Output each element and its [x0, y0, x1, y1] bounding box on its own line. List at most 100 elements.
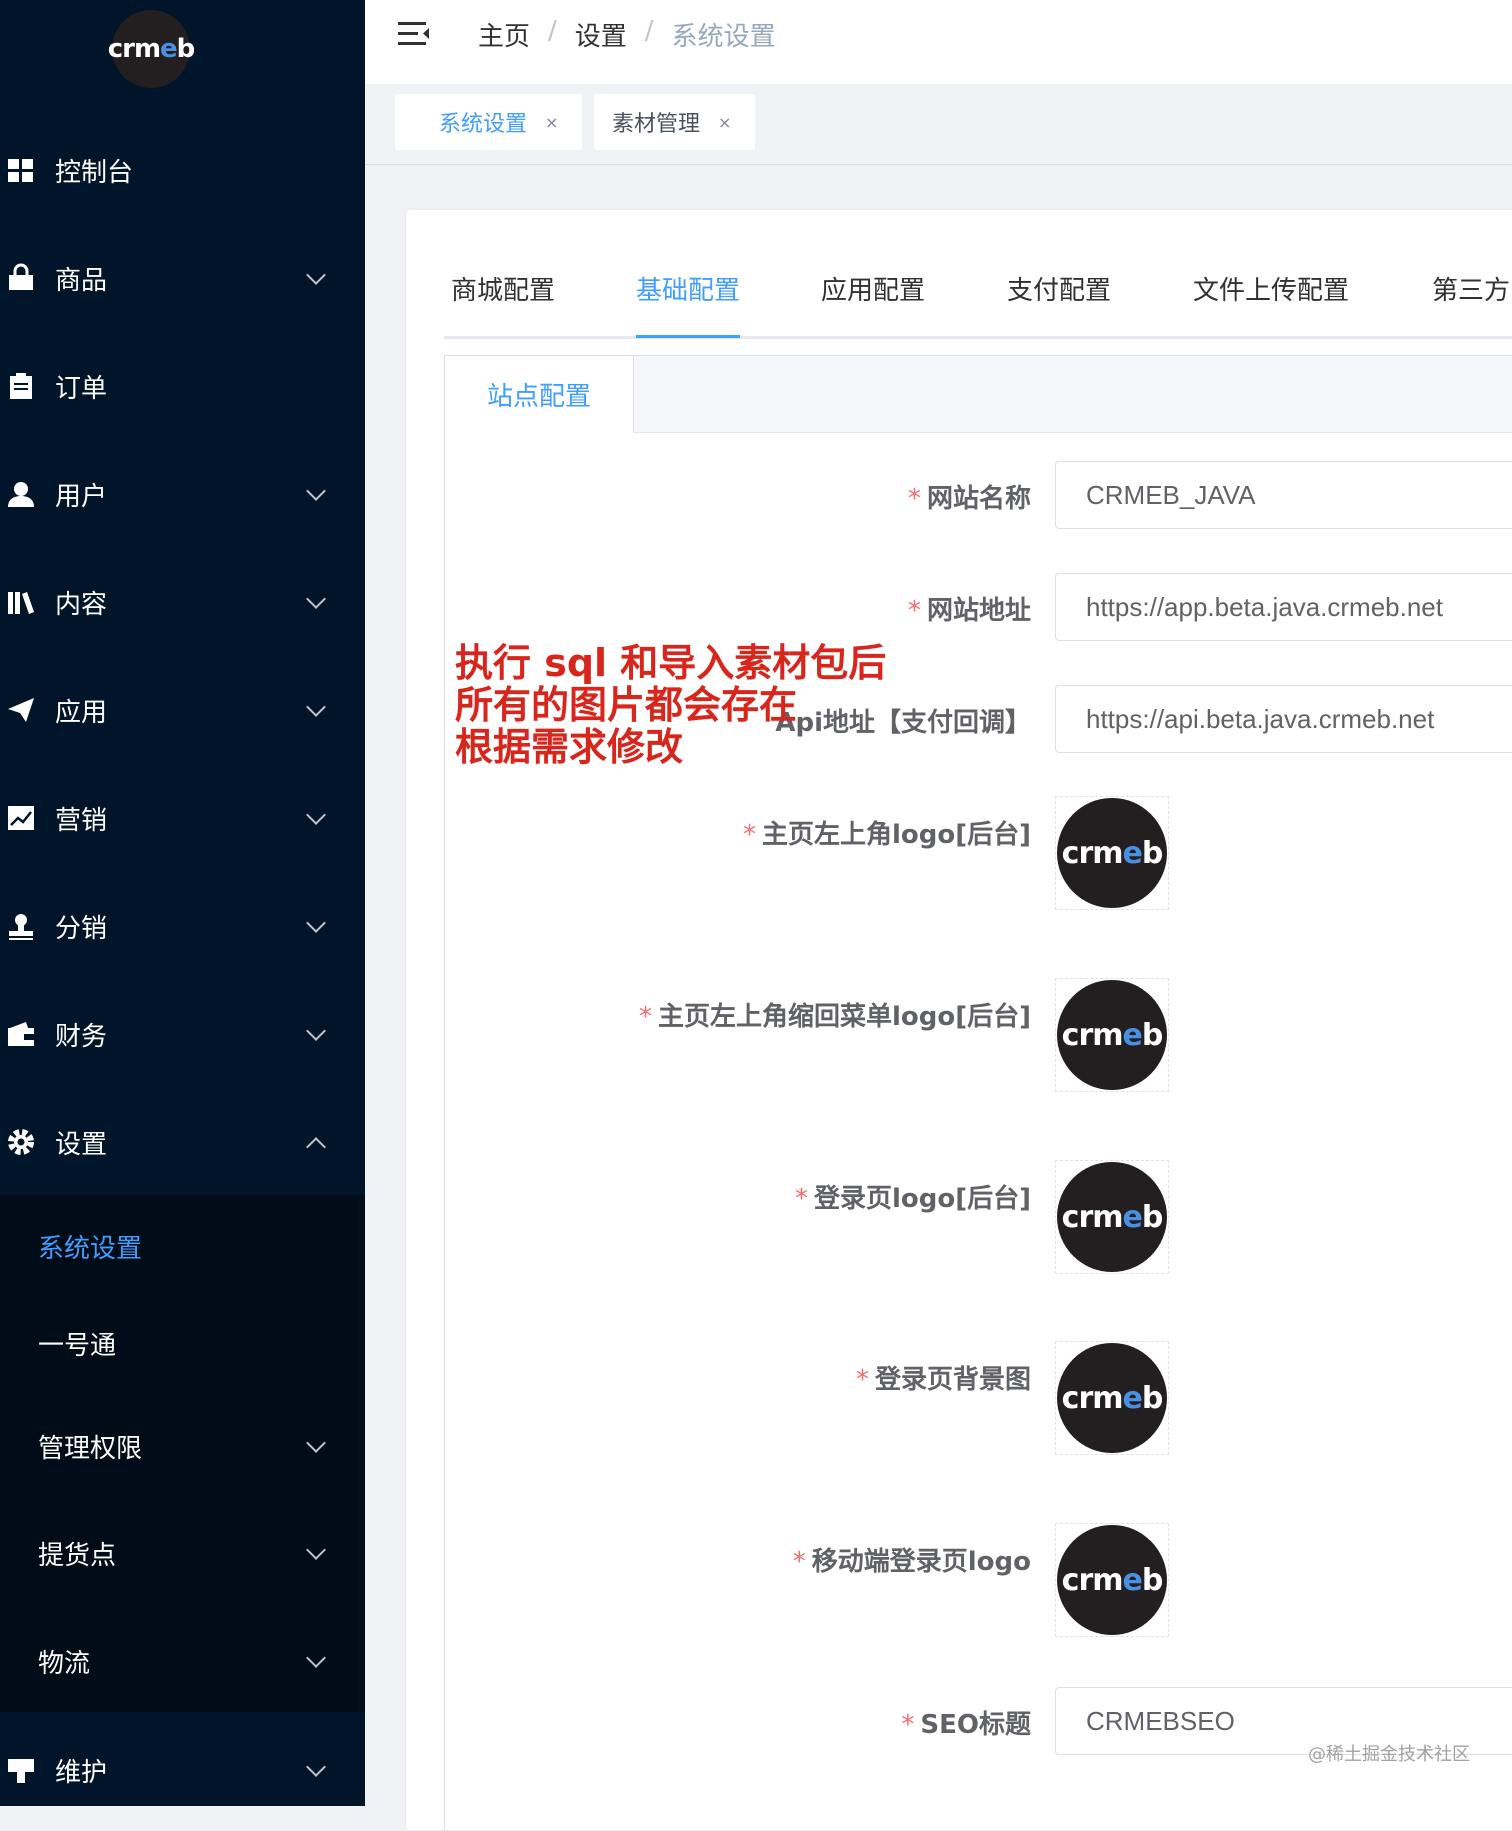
gear-icon [8, 1129, 34, 1155]
wallet-icon [8, 1022, 34, 1046]
sidebar-item-label: 系统设置 [38, 1233, 143, 1264]
mobile-login-logo-label: * 移动端登录页logo [793, 1541, 1031, 1578]
chevron-down-icon [306, 913, 326, 933]
chevron-down-icon [306, 481, 326, 501]
sidebar-item-marketing[interactable]: 营销 [0, 768, 365, 868]
logo-top-left-upload[interactable]: cr m e b [1055, 796, 1169, 910]
required-mark: * [901, 1710, 915, 1740]
paper-plane-icon [8, 698, 34, 722]
chevron-down-icon [306, 1757, 326, 1777]
site-config-panel: 站点配置 * 网站名称 * 网站地址 Api地址【支付回调】 * 主页左上角logo[… [444, 355, 1512, 1831]
dashboard-icon [8, 159, 33, 182]
sidebar-item-label: 商品 [55, 265, 108, 296]
watermark: @稀土掘金技术社区 [1308, 1744, 1470, 1765]
tab-upload-config[interactable]: 文件上传配置 [1193, 270, 1349, 330]
chevron-down-icon [306, 697, 326, 717]
sidebar-item-label: 维护 [55, 1757, 108, 1788]
tag-label: 素材管理 [612, 112, 701, 137]
breadcrumb-separator: / [548, 16, 557, 46]
breadcrumb-settings[interactable]: 设置 [575, 16, 627, 53]
required-mark: * [794, 1184, 808, 1214]
sidebar-item-permissions[interactable]: 管理权限 [0, 1396, 365, 1496]
sidebar-item-label: 应用 [55, 697, 108, 728]
sidebar-item-label: 控制台 [55, 157, 134, 188]
sidebar-item-system-settings[interactable]: 系统设置 [0, 1196, 365, 1296]
logo-collapsed-upload[interactable]: cr m e b [1055, 978, 1169, 1092]
required-mark: * [907, 596, 921, 626]
sidebar-item-label: 物流 [38, 1648, 91, 1679]
site-name-input[interactable]: CRMEB_JAVA [1055, 461, 1512, 529]
shopping-bag-icon [9, 263, 33, 290]
sidebar-item-label: 管理权限 [38, 1433, 143, 1464]
form-labels: * 网站名称 * 网站地址 Api地址【支付回调】 * 主页左上角logo[后台] *… [445, 356, 1031, 1831]
label-text: 移动端登录页logo [811, 1547, 1031, 1577]
login-bg-label: * 登录页背景图 [856, 1359, 1031, 1396]
sidebar-item-label: 一号通 [38, 1330, 117, 1361]
books-icon [8, 592, 34, 614]
tag-label: 系统设置 [439, 112, 528, 137]
breadcrumb-separator: / [644, 16, 654, 46]
api-url-input[interactable]: https://api.beta.java.crmeb.net [1055, 685, 1512, 753]
user-icon [8, 482, 34, 507]
mobile-login-logo-upload[interactable]: cr m e b [1055, 1523, 1169, 1637]
label-text: 主页左上角缩回菜单logo[后台] [657, 1002, 1031, 1032]
clipboard-icon [10, 373, 32, 399]
label-text: SEO标题 [920, 1710, 1031, 1740]
label-text: 主页左上角logo[后台] [761, 820, 1031, 850]
site-url-label: * 网站地址 [908, 590, 1031, 627]
annotation-line: 所有的图片都会存在 [455, 683, 798, 727]
sidebar-item-apps[interactable]: 应用 [0, 660, 365, 760]
logo-collapsed-label: * 主页左上角缩回菜单logo[后台] [639, 996, 1031, 1033]
sidebar-item-products[interactable]: 商品 [0, 228, 365, 328]
config-card: 商城配置 基础配置 应用配置 支付配置 文件上传配置 第三方 站点配置 * 网站名… [406, 210, 1512, 1831]
sidebar-item-label: 营销 [55, 805, 108, 836]
sidebar-item-label: 内容 [55, 589, 108, 620]
tags-view: 系统设置 × 素材管理 × [365, 84, 1512, 165]
chevron-down-icon [306, 1021, 326, 1041]
sidebar-item-logistics[interactable]: 物流 [0, 1611, 365, 1711]
tab-app-config[interactable]: 应用配置 [821, 270, 925, 330]
logo[interactable]: cr m e b [108, 10, 195, 88]
tab-mall-config[interactable]: 商城配置 [451, 270, 555, 330]
sidebar-item-maintenance[interactable]: 维护 [0, 1720, 365, 1806]
sidebar-item-one-pass[interactable]: 一号通 [0, 1293, 365, 1393]
seo-title-label: * SEO标题 [901, 1704, 1031, 1741]
login-logo-upload[interactable]: cr m e b [1055, 1160, 1169, 1274]
annotation-line: 根据需求修改 [455, 725, 684, 769]
sidebar-item-users[interactable]: 用户 [0, 444, 365, 544]
sidebar-item-distribution[interactable]: 分销 [0, 876, 365, 976]
tag-material-management[interactable]: 素材管理 × [594, 94, 756, 150]
site-name-label: * 网站名称 [908, 478, 1031, 515]
breadcrumb-home[interactable]: 主页 [478, 16, 530, 53]
sidebar-item-content[interactable]: 内容 [0, 552, 365, 652]
required-mark: * [638, 1002, 652, 1032]
login-bg-upload[interactable]: cr m e b [1055, 1341, 1169, 1455]
tab-third-party[interactable]: 第三方 [1432, 270, 1510, 330]
tag-system-settings[interactable]: 系统设置 × [395, 94, 583, 150]
crmeb-logo-image: cr m e b [1057, 1162, 1167, 1272]
site-url-input[interactable]: https://app.beta.java.crmeb.net [1055, 573, 1512, 641]
sidebar: cr m e b 控制台 商品 订单 用户 内容 应用 营销 分销 财务 设置 … [0, 0, 365, 1806]
logo-top-left-label: * 主页左上角logo[后台] [743, 814, 1031, 851]
sidebar-item-label: 财务 [55, 1021, 108, 1052]
required-mark: * [907, 484, 921, 514]
close-icon[interactable]: × [545, 113, 558, 132]
chart-icon [8, 806, 34, 830]
sidebar-item-finance[interactable]: 财务 [0, 984, 365, 1084]
crmeb-logo-image: cr m e b [1057, 1343, 1167, 1453]
sidebar-item-label: 订单 [55, 373, 108, 404]
sidebar-item-orders[interactable]: 订单 [0, 336, 365, 436]
stamp-icon [9, 914, 33, 940]
label-text: 登录页logo[后台] [813, 1184, 1031, 1214]
close-icon[interactable]: × [718, 113, 731, 132]
sidebar-item-label: 分销 [55, 913, 108, 944]
sidebar-item-settings[interactable]: 设置 [0, 1092, 365, 1192]
tab-payment-config[interactable]: 支付配置 [1007, 270, 1111, 330]
sidebar-item-dashboard[interactable]: 控制台 [0, 120, 365, 220]
annotation-line: 执行 sql 和导入素材包后 [455, 641, 887, 685]
chevron-down-icon [306, 805, 326, 825]
sidebar-item-pickup-points[interactable]: 提货点 [0, 1503, 365, 1603]
sidebar-item-label: 设置 [55, 1129, 108, 1160]
tab-basic-config[interactable]: 基础配置 [636, 270, 741, 338]
menu-toggle-icon[interactable] [398, 20, 430, 48]
